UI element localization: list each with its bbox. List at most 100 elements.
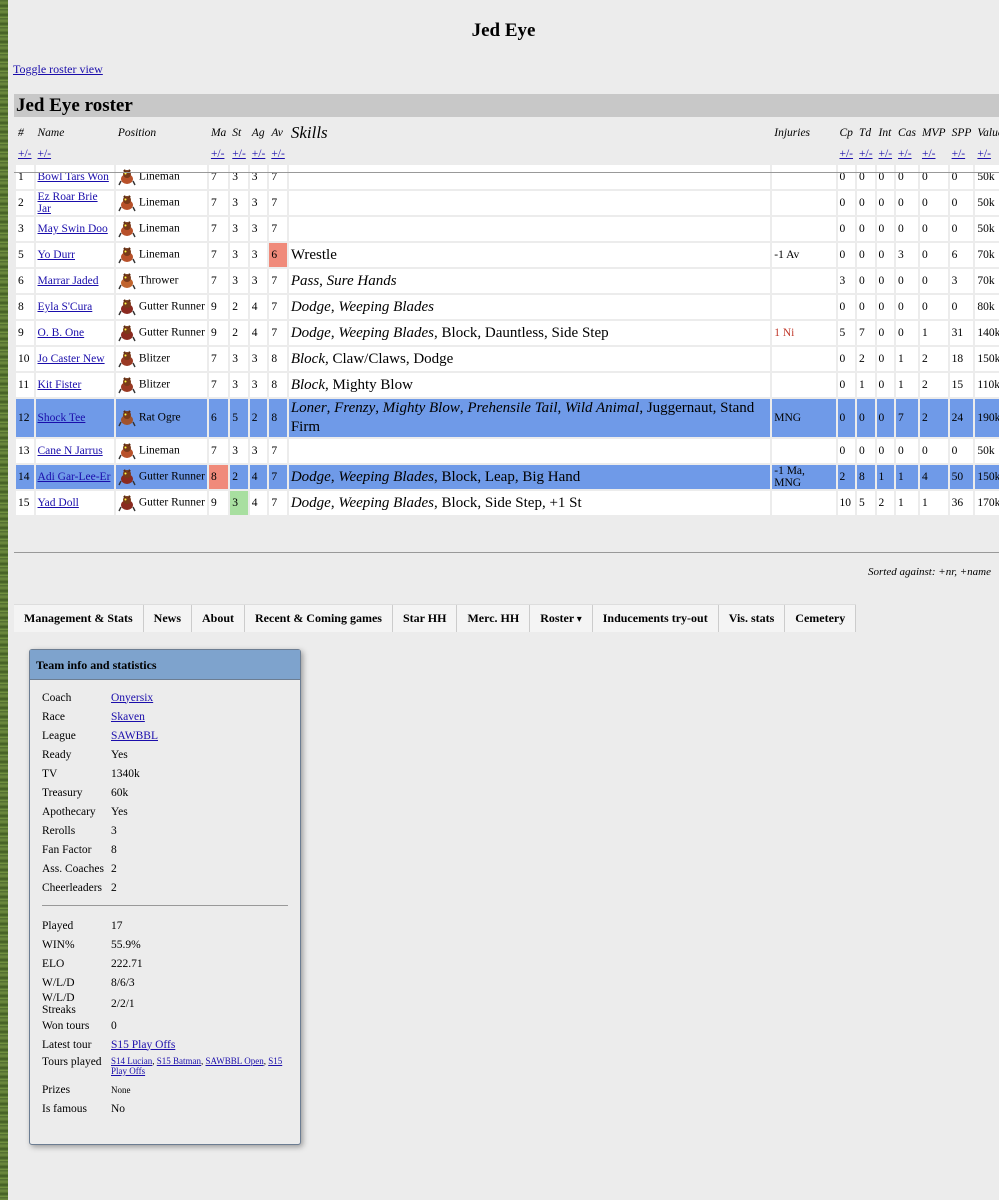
player-injuries bbox=[772, 295, 836, 319]
toggle-roster-view-link[interactable]: Toggle roster view bbox=[13, 62, 103, 77]
player-name-link[interactable]: Eyla S'Cura bbox=[38, 301, 93, 313]
player-name-link[interactable]: Adi Gar-Lee-Er bbox=[38, 471, 111, 483]
stat-ma: 9 bbox=[208, 491, 229, 515]
stat-value: 140k bbox=[975, 321, 999, 345]
tour-link[interactable]: SAWBBL Open bbox=[206, 1056, 264, 1066]
sort-toggle-st[interactable]: +/- bbox=[232, 148, 246, 160]
info-link[interactable]: S15 Play Offs bbox=[111, 1039, 288, 1051]
skill: Wrestle bbox=[290, 246, 337, 263]
player-name-link[interactable]: Jo Caster New bbox=[38, 353, 105, 365]
player-position: Rat Ogre bbox=[115, 399, 207, 437]
column-header-st: St bbox=[232, 127, 242, 139]
tab-merc-hh[interactable]: Merc. HH bbox=[457, 605, 531, 632]
player-name-link[interactable]: O. B. One bbox=[38, 327, 85, 339]
player-name-link[interactable]: Yo Durr bbox=[38, 249, 76, 261]
info-label: Coach bbox=[42, 691, 72, 704]
tour-link[interactable]: S15 Batman bbox=[157, 1056, 201, 1066]
sort-toggle-int[interactable]: +/- bbox=[879, 148, 893, 160]
page-title: Jed Eye bbox=[471, 20, 536, 41]
sort-toggle-cas[interactable]: +/- bbox=[898, 148, 912, 160]
stat-ma: 7 bbox=[208, 165, 229, 189]
table-row: 13 Cane N Jarrus Lineman 7 3 3 7 0 0 0 0 0 0 50k bbox=[16, 439, 999, 463]
position-label: Thrower bbox=[138, 274, 179, 287]
player-name-link[interactable]: Kit Fister bbox=[38, 379, 82, 391]
sort-toggle-mvp[interactable]: +/- bbox=[922, 148, 936, 160]
tab-about[interactable]: About bbox=[191, 605, 245, 632]
position-label: Lineman bbox=[138, 444, 180, 457]
sort-toggle-name[interactable]: +/- bbox=[38, 148, 52, 160]
tab-recent-coming-games[interactable]: Recent & Coming games bbox=[245, 605, 393, 632]
sort-toggle-spp[interactable]: +/- bbox=[952, 148, 966, 160]
info-link[interactable]: Skaven bbox=[111, 711, 288, 723]
stat-av: 7 bbox=[269, 295, 287, 319]
skill: Mighty Blow bbox=[332, 376, 413, 393]
stat-av: 7 bbox=[269, 217, 287, 241]
player-name-link[interactable]: Shock Tee bbox=[38, 412, 86, 424]
player-name-link[interactable]: Cane N Jarrus bbox=[38, 445, 103, 457]
sort-toggle-td[interactable]: +/- bbox=[859, 148, 873, 160]
tab-roster[interactable]: Roster ▾ bbox=[530, 605, 593, 632]
player-skills: Dodge, Weeping Blades, Block, Side Step,… bbox=[288, 491, 771, 515]
player-injuries bbox=[772, 491, 836, 515]
tab-news[interactable]: News bbox=[143, 605, 192, 632]
position-label: Gutter Runner bbox=[138, 300, 205, 313]
player-name-link[interactable]: Marrar Jaded bbox=[38, 275, 99, 287]
stat-td: 7 bbox=[857, 321, 875, 345]
skill: Mighty Blow bbox=[382, 400, 460, 416]
skill: +1 St bbox=[549, 494, 582, 511]
player-name-link[interactable]: Ez Roar Brie Jar bbox=[38, 191, 98, 215]
skill: Juggernaut bbox=[646, 400, 713, 416]
stat-cp: 3 bbox=[837, 269, 856, 293]
tab-management-stats[interactable]: Management & Stats bbox=[14, 605, 144, 632]
position-label: Gutter Runner bbox=[138, 326, 205, 339]
info-row: Apothecary Yes bbox=[42, 802, 288, 821]
stat-spp: 6 bbox=[949, 243, 974, 267]
sort-toggle-ag[interactable]: +/- bbox=[252, 148, 266, 160]
tab-inducements-try-out[interactable]: Inducements try-out bbox=[592, 605, 719, 632]
stat-cas: 0 bbox=[896, 217, 918, 241]
sort-toggle-av[interactable]: +/- bbox=[271, 148, 285, 160]
sort-toggle-cp[interactable]: +/- bbox=[840, 148, 854, 160]
tours-played-label: Tours played bbox=[42, 1056, 102, 1068]
tour-link[interactable]: S14 Lucian bbox=[111, 1056, 152, 1066]
stat-value: 190k bbox=[975, 399, 999, 437]
info-link[interactable]: Onyersix bbox=[111, 692, 288, 704]
sort-toggle-value[interactable]: +/- bbox=[977, 148, 991, 160]
table-row: 6 Marrar Jaded Thrower 7 3 3 7 Pass, Sure Hands… bbox=[16, 269, 999, 293]
player-injuries bbox=[772, 373, 836, 397]
stat-spp: 0 bbox=[949, 191, 974, 215]
skill: Weeping Blades bbox=[338, 468, 435, 485]
player-name-link[interactable]: Yad Doll bbox=[38, 497, 79, 509]
skill: Big Hand bbox=[522, 468, 581, 485]
player-name-link[interactable]: May Swin Doo bbox=[38, 223, 108, 235]
stat-mvp: 2 bbox=[919, 373, 948, 397]
stat-ag: 4 bbox=[249, 491, 268, 515]
sort-toggle-ma[interactable]: +/- bbox=[211, 148, 225, 160]
tab-vis-stats[interactable]: Vis. stats bbox=[718, 605, 786, 632]
position-label: Lineman bbox=[138, 248, 180, 261]
stat-ma: 9 bbox=[208, 295, 229, 319]
player-name-cell: Yo Durr bbox=[35, 243, 114, 267]
tab-cemetery[interactable]: Cemetery bbox=[785, 605, 857, 632]
info-label: WIN% bbox=[42, 938, 75, 951]
stat-td: 0 bbox=[857, 217, 875, 241]
stat-cas: 7 bbox=[896, 399, 918, 437]
stat-av: 7 bbox=[269, 191, 287, 215]
stat-td: 1 bbox=[857, 373, 875, 397]
column-header-mvp: MVP bbox=[921, 127, 946, 139]
player-position: Blitzer bbox=[115, 373, 207, 397]
table-row: 1 Bowl Tars Won Lineman 7 3 3 7 0 0 0 0 0 0 50k bbox=[16, 165, 999, 189]
prizes-label: Prizes bbox=[42, 1083, 71, 1096]
info-link[interactable]: SAWBBL bbox=[111, 730, 288, 742]
skill: Pass bbox=[290, 272, 320, 289]
info-label: Rerolls bbox=[42, 824, 76, 837]
position-label: Lineman bbox=[138, 222, 180, 235]
info-label: Ready bbox=[42, 748, 72, 761]
sort-toggle-num[interactable]: +/- bbox=[18, 148, 32, 160]
rat-ogre-icon bbox=[118, 409, 136, 427]
info-value: 1340k bbox=[111, 767, 140, 780]
stat-st: 3 bbox=[230, 373, 248, 397]
stat-ag: 3 bbox=[249, 217, 268, 241]
tab-star-hh[interactable]: Star HH bbox=[392, 605, 458, 632]
player-position: Lineman bbox=[115, 217, 207, 241]
